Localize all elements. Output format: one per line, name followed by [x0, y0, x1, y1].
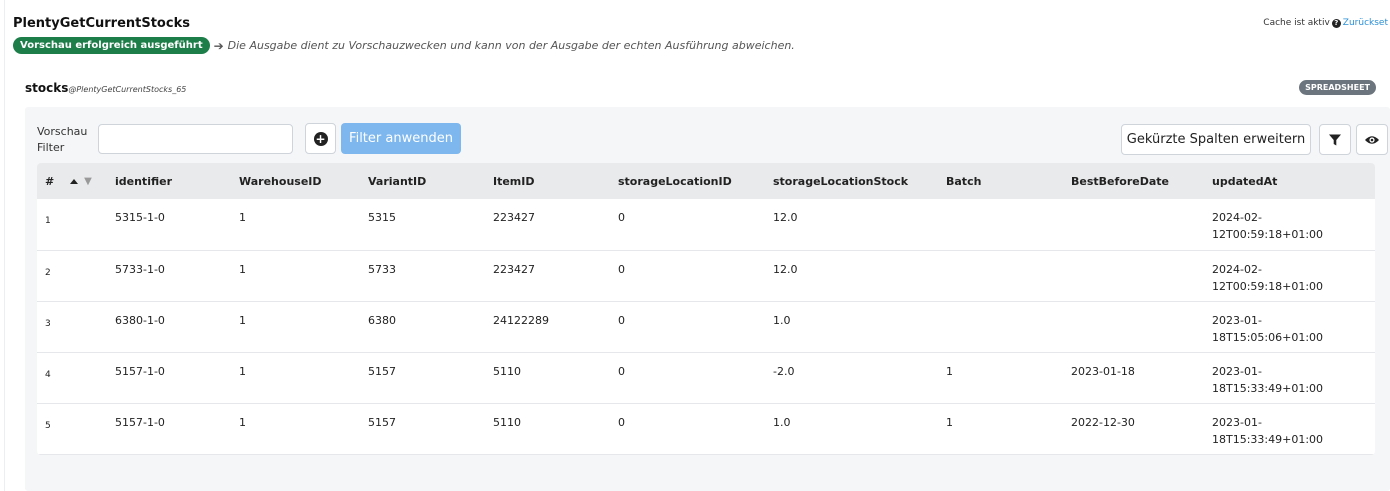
cell-batch — [938, 301, 1063, 353]
cell-itemid: 223427 — [485, 199, 610, 251]
cell-storagelocationid: 0 — [610, 199, 765, 251]
table-row: 5 5157-1-0 1 5157 5110 0 1.0 1 2022-12-3… — [37, 403, 1375, 455]
output-source: @PlentyGetCurrentStocks_65 — [68, 85, 187, 94]
cell-storagelocationid: 0 — [610, 352, 765, 404]
cell-batch — [938, 250, 1063, 302]
column-header-identifier[interactable]: identifier — [107, 163, 231, 199]
column-header-itemid[interactable]: ItemID — [485, 163, 610, 199]
cell-batch — [938, 199, 1063, 251]
cell-variantid: 5315 — [360, 199, 485, 251]
page-left-border — [4, 0, 5, 491]
eye-icon — [1365, 135, 1379, 144]
cell-bestbeforedate — [1063, 301, 1204, 353]
table-row: 4 5157-1-0 1 5157 5110 0 -2.0 1 2023-01-… — [37, 352, 1375, 404]
column-header-storagelocationid[interactable]: storageLocationID — [610, 163, 765, 199]
cell-warehouseid: 1 — [231, 199, 360, 251]
cell-bestbeforedate: 2022-12-30 — [1063, 403, 1204, 455]
filter-input[interactable] — [98, 124, 293, 154]
filter-toggle-button[interactable] — [1319, 124, 1351, 155]
cell-warehouseid: 1 — [231, 403, 360, 455]
cell-updatedat: 2024-02- 12T00:59:18+01:00 — [1204, 250, 1375, 302]
column-header-variantid[interactable]: VariantID — [360, 163, 485, 199]
funnel-icon — [1329, 134, 1341, 145]
plus-circle-icon: + — [313, 131, 328, 146]
expand-columns-button[interactable]: Gekürzte Spalten erweitern — [1121, 124, 1311, 155]
cell-updatedat: 2024-02- 12T00:59:18+01:00 — [1204, 199, 1375, 251]
cell-batch: 1 — [938, 352, 1063, 404]
cell-bestbeforedate — [1063, 199, 1204, 251]
cell-storagelocationstock: 12.0 — [765, 199, 938, 251]
cell-bestbeforedate: 2023-01-18 — [1063, 352, 1204, 404]
cell-updatedat: 2023-01- 18T15:33:49+01:00 — [1204, 352, 1375, 404]
cell-storagelocationid: 0 — [610, 403, 765, 455]
cell-updatedat: 2023-01- 18T15:05:06+01:00 — [1204, 301, 1375, 353]
cell-identifier: 5157-1-0 — [107, 403, 231, 455]
reset-cache-link[interactable]: Zurückset — [1343, 18, 1388, 28]
pin-icon[interactable]: ▼ — [84, 176, 92, 187]
table-row: 2 5733-1-0 1 5733 223427 0 12.0 2024-02-… — [37, 250, 1375, 302]
cell-warehouseid: 1 — [231, 352, 360, 404]
cell-identifier: 5315-1-0 — [107, 199, 231, 251]
cell-itemid: 5110 — [485, 352, 610, 404]
cell-variantid: 6380 — [360, 301, 485, 353]
cell-bestbeforedate — [1063, 250, 1204, 302]
cell-identifier: 6380-1-0 — [107, 301, 231, 353]
column-header-bestbeforedate[interactable]: BestBeforeDate — [1063, 163, 1204, 199]
column-header-storagelocationstock[interactable]: storageLocationStock — [765, 163, 938, 199]
cache-status: Cache ist aktiv ? Zurückset — [1263, 18, 1388, 28]
cell-batch: 1 — [938, 403, 1063, 455]
filter-label: Vorschau Filter — [37, 124, 87, 156]
cell-index: 2 — [37, 250, 107, 302]
cell-identifier: 5733-1-0 — [107, 250, 231, 302]
cell-warehouseid: 1 — [231, 250, 360, 302]
column-header-index[interactable]: # ▼ — [37, 163, 107, 199]
data-table: # ▼ identifier WarehouseID VariantID Ite… — [37, 163, 1375, 455]
table-row: 1 5315-1-0 1 5315 223427 0 12.0 2024-02-… — [37, 199, 1375, 251]
preview-status: Vorschau erfolgreich ausgeführt ➔ Die Au… — [13, 37, 795, 54]
cell-index: 4 — [37, 352, 107, 404]
arrow-right-icon: ➔ — [213, 38, 224, 53]
cell-variantid: 5733 — [360, 250, 485, 302]
cell-itemid: 223427 — [485, 250, 610, 302]
column-header-warehouseid[interactable]: WarehouseID — [231, 163, 360, 199]
help-icon[interactable]: ? — [1331, 18, 1341, 28]
table-row: 3 6380-1-0 1 6380 24122289 0 1.0 2023-01… — [37, 301, 1375, 353]
column-header-updatedat[interactable]: updatedAt — [1204, 163, 1375, 199]
cell-identifier: 5157-1-0 — [107, 352, 231, 404]
cell-updatedat: 2023-01- 18T15:33:49+01:00 — [1204, 403, 1375, 455]
visibility-toggle-button[interactable] — [1356, 124, 1388, 155]
cell-itemid: 5110 — [485, 403, 610, 455]
cell-variantid: 5157 — [360, 352, 485, 404]
cell-index: 3 — [37, 301, 107, 353]
cell-warehouseid: 1 — [231, 301, 360, 353]
table-header-row: # ▼ identifier WarehouseID VariantID Ite… — [37, 163, 1375, 199]
cell-itemid: 24122289 — [485, 301, 610, 353]
cell-storagelocationstock: 1.0 — [765, 403, 938, 455]
cell-storagelocationstock: -2.0 — [765, 352, 938, 404]
cell-storagelocationid: 0 — [610, 250, 765, 302]
cell-storagelocationid: 0 — [610, 301, 765, 353]
cell-variantid: 5157 — [360, 403, 485, 455]
spreadsheet-badge: SPREADSHEET — [1299, 80, 1376, 95]
filter-label-line2: Filter — [37, 141, 65, 154]
page-title: PlentyGetCurrentStocks — [13, 16, 190, 31]
sort-ascending-icon[interactable] — [70, 179, 79, 184]
cache-label: Cache ist aktiv — [1263, 18, 1330, 28]
output-title: stocks @PlentyGetCurrentStocks_65 — [25, 81, 186, 95]
apply-filter-button[interactable]: Filter anwenden — [341, 123, 461, 154]
cell-storagelocationstock: 1.0 — [765, 301, 938, 353]
cell-index: 1 — [37, 199, 107, 251]
output-name: stocks — [25, 81, 69, 95]
column-header-batch[interactable]: Batch — [938, 163, 1063, 199]
success-badge: Vorschau erfolgreich ausgeführt — [13, 37, 210, 54]
cell-index: 5 — [37, 403, 107, 455]
filter-label-line1: Vorschau — [37, 125, 88, 138]
preview-note: Die Ausgabe dient zu Vorschauzwecken und… — [227, 39, 795, 52]
cell-storagelocationstock: 12.0 — [765, 250, 938, 302]
add-filter-button[interactable]: + — [305, 123, 336, 154]
